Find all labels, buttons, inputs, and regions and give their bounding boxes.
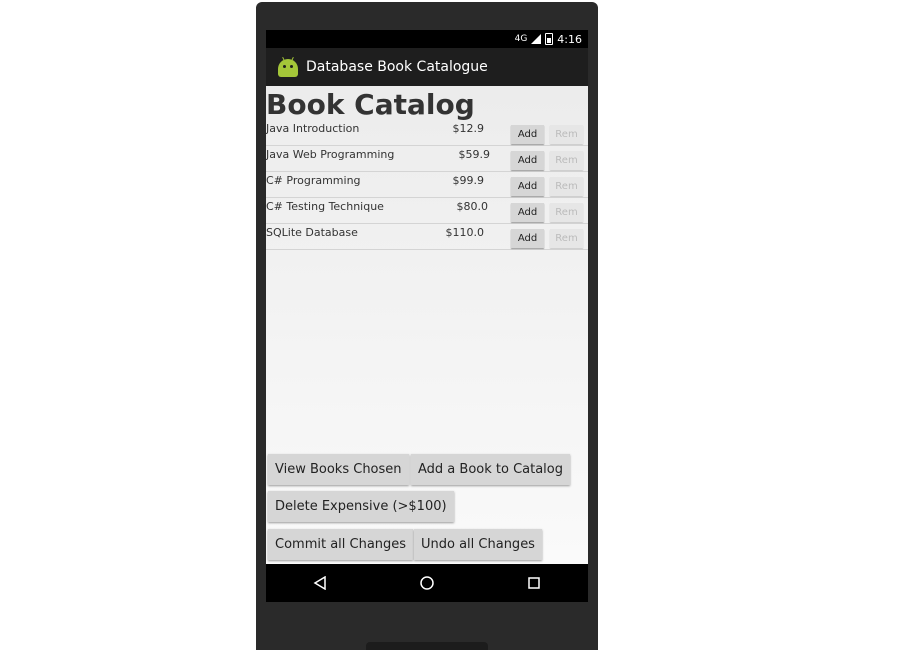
remove-book-button[interactable]: Rem [550, 203, 583, 222]
book-price: $59.9 [458, 148, 491, 161]
network-indicator: 4G [514, 34, 528, 44]
book-name: SQLite Database [266, 226, 358, 239]
app-title: Database Book Catalogue [306, 59, 488, 75]
add-book-button[interactable]: Add [511, 125, 544, 144]
book-name: Java Introduction [266, 122, 360, 135]
book-price: $80.0 [456, 200, 489, 213]
app-bar: Database Book Catalogue [266, 48, 588, 86]
phone-screen: 4G 4:16 Database Book Catalogue Book Cat… [266, 30, 588, 602]
remove-book-button[interactable]: Rem [550, 177, 583, 196]
status-time: 4:16 [557, 32, 582, 46]
page-title: Book Catalog [266, 88, 475, 121]
add-book-button[interactable]: Add [511, 151, 544, 170]
home-icon[interactable] [407, 564, 447, 602]
phone-frame: 4G 4:16 Database Book Catalogue Book Cat… [256, 2, 598, 650]
book-row: Java Web Programming $59.9 Add Rem [266, 146, 588, 172]
android-icon [278, 56, 298, 77]
add-book-to-catalog-button[interactable]: Add a Book to Catalog [411, 454, 570, 485]
remove-book-button[interactable]: Rem [550, 125, 583, 144]
book-name: C# Testing Technique [266, 200, 384, 213]
book-row: SQLite Database $110.0 Add Rem [266, 224, 588, 250]
book-list: Java Introduction $12.9 Add Rem Java Web… [266, 120, 588, 250]
main-content: Book Catalog Java Introduction $12.9 Add… [266, 86, 588, 564]
add-book-button[interactable]: Add [511, 229, 544, 248]
book-price: $12.9 [452, 122, 485, 135]
book-name: C# Programming [266, 174, 361, 187]
remove-book-button[interactable]: Rem [550, 229, 583, 248]
book-price: $99.9 [452, 174, 485, 187]
book-row: C# Programming $99.9 Add Rem [266, 172, 588, 198]
remove-book-button[interactable]: Rem [550, 151, 583, 170]
view-books-chosen-button[interactable]: View Books Chosen [268, 454, 409, 485]
status-bar: 4G 4:16 [266, 30, 588, 48]
back-icon[interactable] [300, 564, 340, 602]
signal-icon [531, 34, 542, 44]
undo-changes-button[interactable]: Undo all Changes [414, 529, 542, 560]
add-book-button[interactable]: Add [511, 203, 544, 222]
navigation-bar [266, 564, 588, 602]
book-row: Java Introduction $12.9 Add Rem [266, 120, 588, 146]
commit-changes-button[interactable]: Commit all Changes [268, 529, 414, 560]
delete-expensive-button[interactable]: Delete Expensive (>$100) [268, 491, 454, 522]
book-row: C# Testing Technique $80.0 Add Rem [266, 198, 588, 224]
recents-icon[interactable] [514, 564, 554, 602]
battery-icon [545, 33, 554, 45]
book-price: $110.0 [445, 226, 485, 239]
add-book-button[interactable]: Add [511, 177, 544, 196]
book-name: Java Web Programming [266, 148, 395, 161]
